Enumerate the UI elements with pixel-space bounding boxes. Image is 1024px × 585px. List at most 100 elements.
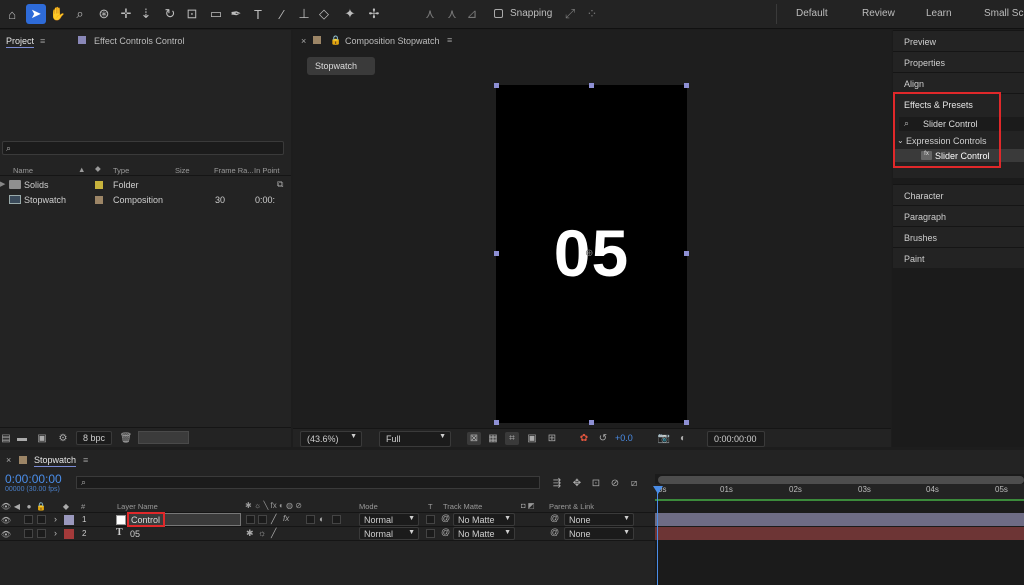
parent-pickwhip-icon[interactable]: @: [550, 513, 559, 523]
panel-paint[interactable]: Paint: [893, 247, 1024, 268]
layer-name[interactable]: 05: [130, 529, 140, 539]
flowchart-icon[interactable]: ⧉: [277, 179, 283, 190]
col-track-matte[interactable]: Track Matte: [443, 502, 482, 511]
orbit-camera-icon[interactable]: ⊛: [94, 4, 114, 24]
project-settings-icon[interactable]: ⚙: [57, 432, 69, 444]
motion-blur-switch[interactable]: [306, 515, 315, 524]
col-frame-rate[interactable]: Frame Ra...: [214, 166, 254, 175]
selection-tool-icon[interactable]: ➤: [26, 4, 46, 24]
transparency-grid-icon[interactable]: ▦: [486, 432, 500, 445]
layer-duration-bar[interactable]: [655, 527, 1024, 540]
panel-properties[interactable]: Properties: [893, 51, 1024, 72]
shy-switch-icon[interactable]: ✱: [246, 528, 254, 539]
sort-arrow-icon[interactable]: ▲: [78, 165, 85, 174]
workspace-default[interactable]: Default: [796, 8, 828, 19]
view-axis-icon[interactable]: ⊿: [462, 4, 482, 24]
col-name[interactable]: Name: [13, 166, 33, 175]
project-search-input[interactable]: ⌕: [2, 141, 284, 155]
col-type[interactable]: Type: [113, 166, 129, 175]
puppet-pin-icon[interactable]: ✢: [364, 4, 384, 24]
layer-label-color[interactable]: [64, 529, 74, 539]
col-size[interactable]: Size: [175, 166, 190, 175]
graph-editor-icon[interactable]: ⧄: [627, 477, 641, 489]
preserve-transparency-switch[interactable]: [426, 529, 435, 538]
thumbnail-slider[interactable]: [138, 431, 189, 444]
solo-icon[interactable]: ●: [24, 501, 34, 511]
panel-brushes[interactable]: Brushes: [893, 226, 1024, 247]
zoom-tool-icon[interactable]: ⌕: [70, 4, 90, 24]
transform-handle[interactable]: [494, 420, 499, 425]
audio-icon[interactable]: ◀: [12, 501, 22, 511]
transform-handle[interactable]: [684, 251, 689, 256]
trash-icon[interactable]: 🗑: [120, 432, 133, 444]
fx-switch-icon[interactable]: fx: [283, 514, 289, 523]
close-icon[interactable]: ×: [6, 455, 11, 465]
track-matte-dropdown[interactable]: No Matte ▼: [453, 527, 515, 540]
workspace-learn[interactable]: Learn: [926, 8, 952, 19]
matte-pickwhip-icon[interactable]: @: [441, 527, 450, 537]
shy-switch[interactable]: [246, 515, 255, 524]
exposure-value[interactable]: +0.0: [615, 433, 633, 443]
lock-toggle[interactable]: [37, 529, 46, 538]
expand-arrow-icon[interactable]: ▶: [0, 180, 5, 188]
timeline-timecode[interactable]: 0:00:00:00: [5, 472, 62, 486]
quality-switch-icon[interactable]: ╱: [271, 528, 276, 539]
type-tool-icon[interactable]: T: [248, 4, 268, 24]
matte-pickwhip-icon[interactable]: @: [441, 513, 450, 523]
workspace-review[interactable]: Review: [862, 8, 895, 19]
local-axis-icon[interactable]: ⋏: [420, 4, 440, 24]
close-icon[interactable]: ×: [301, 36, 306, 46]
solo-toggle[interactable]: [24, 529, 33, 538]
adjustment-layer-icon[interactable]: ◐: [319, 514, 324, 524]
reset-exposure-icon[interactable]: ↺: [596, 432, 610, 445]
label-tag-icon[interactable]: ◆: [61, 501, 71, 511]
frame-blending-icon[interactable]: ⊘: [608, 477, 622, 489]
solo-toggle[interactable]: [24, 515, 33, 524]
workspace-small-screen[interactable]: Small Scre: [984, 8, 1024, 19]
eye-icon[interactable]: 👁: [1, 515, 11, 525]
transform-handle[interactable]: [684, 420, 689, 425]
hand-tool-icon[interactable]: ✋: [48, 4, 68, 24]
label-tag-icon[interactable]: ◆: [95, 164, 101, 173]
tab-project[interactable]: Project: [6, 36, 34, 46]
col-in-point[interactable]: In Point: [254, 166, 279, 175]
table-row[interactable]: 👁 › 1 Control ╱ fx ◐ Normal ▼ @ No Matte ▼…: [0, 512, 655, 527]
parent-dropdown[interactable]: None ▼: [564, 513, 634, 526]
snap-features-icon[interactable]: ⁘: [582, 4, 602, 24]
mode-dropdown[interactable]: Normal ▼: [359, 527, 419, 540]
menu-icon[interactable]: ≡: [447, 35, 452, 45]
timeline-search-input[interactable]: ⌕: [76, 476, 540, 489]
show-snapshot-icon[interactable]: ◐: [676, 432, 690, 445]
eye-icon[interactable]: 👁: [1, 529, 11, 539]
home-icon[interactable]: ⌂: [2, 4, 22, 24]
mode-dropdown[interactable]: Normal ▼: [359, 513, 419, 526]
tab-composition[interactable]: Composition Stopwatch: [345, 36, 440, 46]
eraser-tool-icon[interactable]: ◇: [314, 4, 334, 24]
preserve-transparency-switch[interactable]: [426, 515, 435, 524]
roto-brush-icon[interactable]: ✦: [340, 4, 360, 24]
hide-shy-layers-icon[interactable]: ⊡: [589, 477, 603, 489]
snapshot-camera-icon[interactable]: 📷: [657, 432, 671, 445]
lock-icon[interactable]: 🔒: [330, 35, 341, 46]
playhead-handle[interactable]: [653, 486, 663, 494]
lock-toggle[interactable]: [37, 515, 46, 524]
list-item[interactable]: Stopwatch Composition 30 0:00:: [0, 193, 291, 208]
current-time-field[interactable]: 0:00:00:00: [707, 431, 765, 447]
layer-label-color[interactable]: [64, 515, 74, 525]
anchor-point-icon[interactable]: ⊕: [585, 248, 593, 259]
menu-icon[interactable]: ≡: [83, 455, 88, 465]
quality-switch-icon[interactable]: ╱: [271, 514, 276, 525]
pen-tool-icon[interactable]: ✒: [226, 4, 246, 24]
panel-align[interactable]: Align: [893, 72, 1024, 93]
lock-icon[interactable]: 🔒: [36, 501, 46, 511]
transform-handle[interactable]: [684, 83, 689, 88]
transform-handle[interactable]: [494, 83, 499, 88]
collapse-switch[interactable]: [258, 515, 267, 524]
track-matte-dropdown[interactable]: No Matte ▼: [453, 513, 515, 526]
3d-layer-switch[interactable]: [332, 515, 341, 524]
panel-character[interactable]: Character: [893, 184, 1024, 205]
new-composition-icon[interactable]: ▣: [36, 432, 48, 444]
world-axis-icon[interactable]: ⋏: [442, 4, 462, 24]
brush-tool-icon[interactable]: ⁄: [272, 4, 292, 24]
color-channels-icon[interactable]: ✿: [577, 432, 591, 445]
